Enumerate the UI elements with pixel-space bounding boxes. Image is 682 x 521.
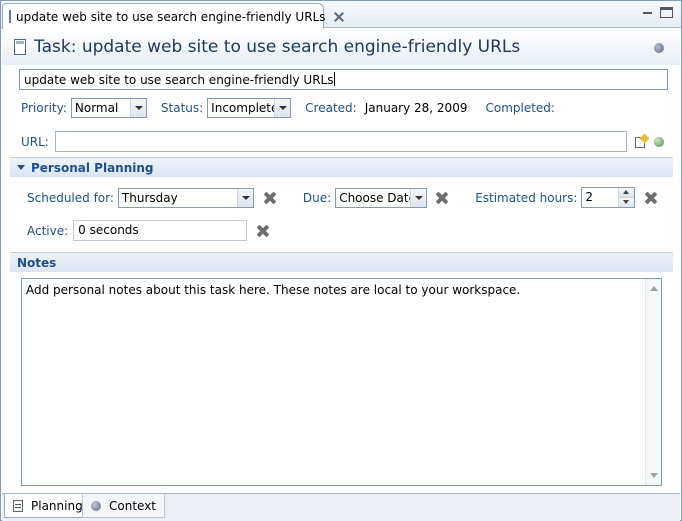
editor-tab-strip: update web site to use search engine-fri… xyxy=(1,1,681,29)
planning-row: Scheduled for: Thursday Due: Choose Date… xyxy=(27,187,658,208)
created-label: Created: xyxy=(305,101,357,115)
scroll-up-icon[interactable] xyxy=(650,286,658,291)
spinner-buttons xyxy=(618,188,635,207)
notes-textarea[interactable]: Add personal notes about this task here.… xyxy=(21,278,662,486)
window-controls xyxy=(641,7,673,18)
tab-planning-label: Planning xyxy=(31,498,83,513)
tab-context[interactable]: Context xyxy=(82,494,166,518)
increment-icon[interactable] xyxy=(619,188,635,197)
due-label: Due: xyxy=(302,190,332,205)
chevron-down-icon[interactable] xyxy=(274,99,291,117)
completed-label: Completed: xyxy=(485,101,555,115)
minimize-button[interactable] xyxy=(641,7,654,18)
chevron-down-icon[interactable] xyxy=(129,99,146,117)
due-date-picker[interactable]: Choose Date xyxy=(335,187,428,208)
scheduled-select[interactable]: Thursday xyxy=(117,187,254,208)
active-time-field: 0 seconds xyxy=(73,220,248,241)
priority-label: Priority: xyxy=(21,101,67,115)
notes-scrollbar[interactable] xyxy=(645,279,661,485)
synchronization-status-icon[interactable] xyxy=(654,43,664,53)
retrieve-title-icon[interactable] xyxy=(634,133,650,149)
collapse-arrow-icon[interactable] xyxy=(17,165,25,170)
url-row: URL: xyxy=(21,131,664,152)
active-label: Active: xyxy=(27,223,69,238)
estimated-hours-value: 2 xyxy=(585,190,594,204)
url-input[interactable] xyxy=(54,131,627,152)
task-editor-window: update web site to use search engine-fri… xyxy=(0,0,682,521)
task-icon xyxy=(9,10,11,23)
clear-due-icon[interactable] xyxy=(435,191,449,205)
editor-page-tabs: Planning Context xyxy=(2,493,680,521)
planning-icon xyxy=(13,499,23,512)
page-title: Task: update web site to use search engi… xyxy=(34,37,521,57)
active-row: Active: 0 seconds xyxy=(27,220,270,241)
chevron-down-icon[interactable] xyxy=(410,188,427,207)
reset-active-icon[interactable] xyxy=(256,224,270,238)
task-icon xyxy=(14,39,26,55)
status-label: Status: xyxy=(160,101,204,115)
text-caret xyxy=(334,72,336,86)
priority-value: Normal xyxy=(74,101,119,115)
status-select[interactable]: Incomplete xyxy=(207,98,292,118)
attributes-row: Priority: Normal Status: Incomplete Crea… xyxy=(21,98,555,118)
tab-context-label: Context xyxy=(109,498,157,513)
notes-text: Add personal notes about this task here.… xyxy=(26,283,521,297)
personal-planning-section-header[interactable]: Personal Planning xyxy=(10,157,673,177)
task-header: Task: update web site to use search engi… xyxy=(2,29,680,65)
created-value: January 28, 2009 xyxy=(364,101,468,115)
estimated-hours-label: Estimated hours: xyxy=(475,190,578,205)
scroll-down-icon[interactable] xyxy=(650,473,658,478)
tab-planning[interactable]: Planning xyxy=(4,494,92,518)
estimated-hours-spinner[interactable]: 2 xyxy=(581,187,636,208)
decrement-icon[interactable] xyxy=(619,197,635,207)
personal-planning-title: Personal Planning xyxy=(31,160,154,175)
clear-scheduled-icon[interactable] xyxy=(263,191,277,205)
maximize-button[interactable] xyxy=(660,7,673,18)
scheduled-label: Scheduled for: xyxy=(27,190,114,205)
notes-section-header[interactable]: Notes xyxy=(10,252,673,272)
editor-tab[interactable]: update web site to use search engine-fri… xyxy=(2,3,326,29)
summary-text: update web site to use search engine-fri… xyxy=(24,73,334,87)
summary-input[interactable]: update web site to use search engine-fri… xyxy=(19,69,668,90)
status-value: Incomplete xyxy=(211,101,275,115)
notes-title: Notes xyxy=(17,255,57,270)
priority-select[interactable]: Normal xyxy=(70,98,147,118)
open-url-icon[interactable] xyxy=(653,136,664,147)
clear-estimate-icon[interactable] xyxy=(644,191,658,205)
editor-tab-label: update web site to use search engine-fri… xyxy=(16,9,326,24)
scheduled-value: Thursday xyxy=(121,190,178,205)
context-icon xyxy=(91,500,101,511)
url-label: URL: xyxy=(21,134,49,149)
active-value: 0 seconds xyxy=(78,223,139,237)
due-value: Choose Date xyxy=(339,190,411,205)
chevron-down-icon[interactable] xyxy=(236,188,253,207)
